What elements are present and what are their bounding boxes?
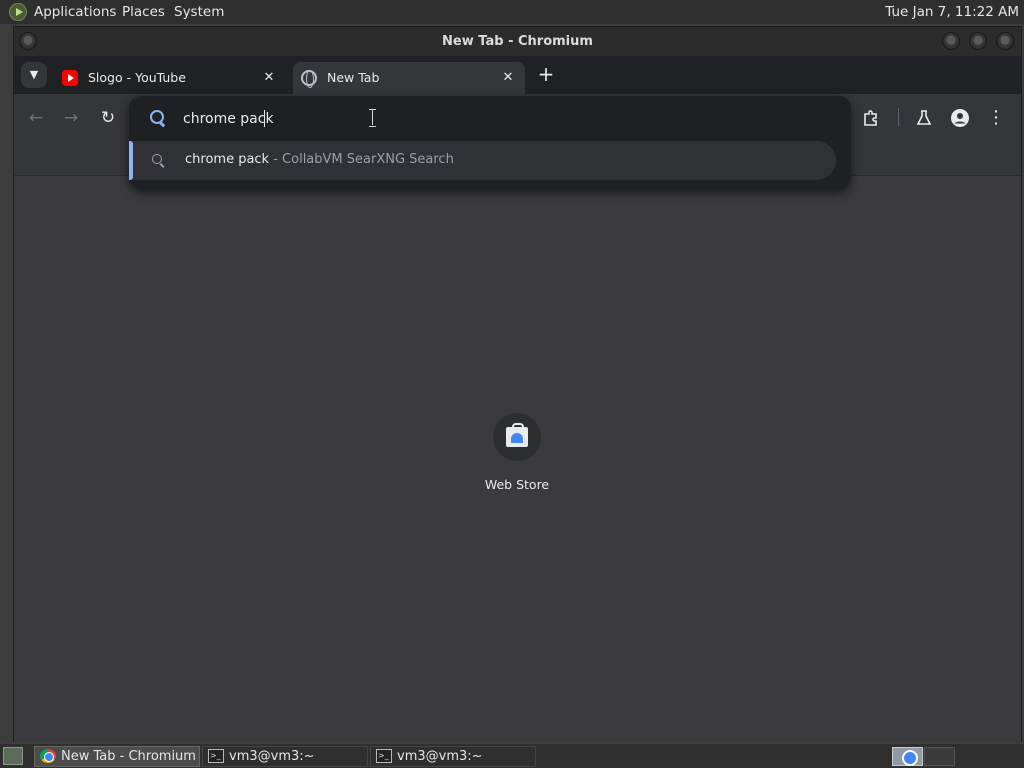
clock[interactable]: Tue Jan 7, 11:22 AM bbox=[885, 4, 1019, 20]
extensions-icon[interactable] bbox=[859, 106, 883, 130]
minimize-button[interactable] bbox=[942, 32, 960, 50]
search-icon bbox=[152, 154, 165, 167]
shortcut-web-store[interactable]: Web Store bbox=[469, 413, 565, 503]
close-window-button[interactable] bbox=[996, 32, 1014, 50]
suggestion-description: - CollabVM SearXNG Search bbox=[269, 152, 454, 167]
shortcut-label: Web Store bbox=[484, 477, 550, 492]
omnibox-dropdown: chrome pack - CollabVM SearXNG Search bbox=[129, 96, 851, 189]
selection-indicator bbox=[129, 141, 133, 180]
system-menu[interactable]: System bbox=[174, 4, 224, 20]
chromium-icon bbox=[40, 749, 56, 763]
shortcut-tile bbox=[493, 413, 541, 461]
profile-icon[interactable] bbox=[948, 106, 972, 130]
labs-icon[interactable] bbox=[912, 106, 936, 130]
reload-icon[interactable]: ↻ bbox=[96, 106, 120, 130]
suggestion-query: chrome pack bbox=[185, 152, 270, 167]
window-titlebar[interactable]: New Tab - Chromium bbox=[14, 27, 1021, 56]
search-icon bbox=[149, 109, 167, 127]
tab-label: Slogo - YouTube bbox=[88, 70, 186, 85]
task-chromium[interactable]: New Tab - Chromium bbox=[34, 746, 200, 767]
tab-strip: ▼ Slogo - YouTube ✕ New Tab ✕ + bbox=[14, 56, 1021, 94]
address-bar-input[interactable] bbox=[183, 108, 783, 130]
task-label: vm3@vm3:~ bbox=[229, 749, 315, 764]
omnibox-suggestion[interactable]: chrome pack - CollabVM SearXNG Search bbox=[129, 141, 836, 180]
task-terminal-2[interactable]: vm3@vm3:~ bbox=[370, 746, 536, 767]
plus-icon: + bbox=[537, 62, 555, 86]
close-tab-icon[interactable]: ✕ bbox=[260, 69, 278, 87]
window-title: New Tab - Chromium bbox=[442, 34, 593, 49]
places-menu[interactable]: Places bbox=[122, 4, 165, 20]
close-tab-icon[interactable]: ✕ bbox=[499, 69, 517, 87]
show-desktop-icon[interactable] bbox=[3, 747, 23, 765]
tab-new-tab[interactable]: New Tab ✕ bbox=[293, 62, 525, 94]
chevron-down-icon: ▼ bbox=[29, 68, 39, 81]
terminal-icon bbox=[376, 746, 392, 765]
tab-search-button[interactable]: ▼ bbox=[21, 62, 47, 88]
text-caret bbox=[264, 110, 265, 127]
toolbar-divider bbox=[898, 108, 899, 126]
workspace-2[interactable] bbox=[924, 747, 955, 766]
globe-icon bbox=[301, 70, 317, 88]
distro-logo-icon[interactable] bbox=[9, 3, 27, 21]
new-tab-button[interactable]: + bbox=[534, 63, 558, 87]
task-label: vm3@vm3:~ bbox=[397, 749, 483, 764]
new-tab-page: Web Store bbox=[14, 176, 1021, 742]
bottom-taskbar: New Tab - Chromium vm3@vm3:~ vm3@vm3:~ bbox=[0, 743, 1024, 768]
ibeam-cursor-icon bbox=[369, 109, 376, 127]
maximize-button[interactable] bbox=[969, 32, 987, 50]
suggestion-text: chrome pack - CollabVM SearXNG Search bbox=[185, 152, 454, 167]
task-terminal-1[interactable]: vm3@vm3:~ bbox=[202, 746, 368, 767]
youtube-icon bbox=[62, 70, 78, 86]
task-label: New Tab - Chromium bbox=[61, 749, 196, 764]
applications-menu[interactable]: Applications bbox=[34, 4, 116, 20]
tab-label: New Tab bbox=[327, 70, 380, 85]
menu-icon[interactable]: ⋮ bbox=[984, 106, 1008, 130]
tab-youtube[interactable]: Slogo - YouTube ✕ bbox=[54, 62, 286, 94]
terminal-icon bbox=[208, 746, 224, 765]
web-store-icon bbox=[506, 423, 528, 447]
browser-window: New Tab - Chromium ▼ Slogo - YouTube ✕ N… bbox=[13, 26, 1022, 742]
back-icon[interactable]: ← bbox=[24, 106, 48, 130]
forward-icon[interactable]: → bbox=[59, 106, 83, 130]
top-panel: Applications Places System Tue Jan 7, 11… bbox=[0, 0, 1024, 24]
workspace-1[interactable] bbox=[892, 747, 923, 766]
